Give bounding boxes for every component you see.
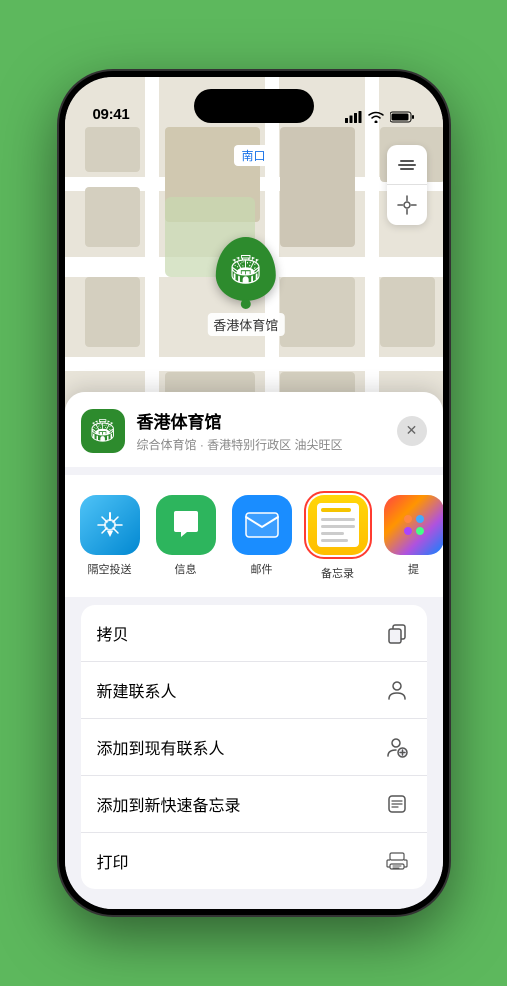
marker-label: 香港体育馆 <box>207 313 284 336</box>
note-icon <box>383 790 411 818</box>
more-dots <box>404 515 424 535</box>
share-app-notes[interactable]: 备忘录 <box>305 491 371 581</box>
location-button[interactable] <box>387 185 427 225</box>
action-copy[interactable]: 拷贝 <box>81 605 427 662</box>
venue-header: 🏟 香港体育馆 综合体育馆 · 香港特别行政区 油尖旺区 ✕ <box>65 392 443 467</box>
signal-icon <box>345 111 362 123</box>
airdrop-label: 隔空投送 <box>88 561 132 577</box>
venue-name: 香港体育馆 <box>137 408 397 433</box>
map-layers-button[interactable] <box>387 145 427 185</box>
action-new-contact[interactable]: 新建联系人 <box>81 662 427 719</box>
action-copy-label: 拷贝 <box>97 621 129 645</box>
action-add-existing[interactable]: 添加到现有联系人 <box>81 719 427 776</box>
notes-lines <box>317 503 359 547</box>
status-icons <box>345 111 415 123</box>
new-contact-label: 新建联系人 <box>97 678 177 702</box>
bottom-sheet: 🏟 香港体育馆 综合体育馆 · 香港特别行政区 油尖旺区 ✕ <box>65 392 443 909</box>
dynamic-island <box>194 89 314 123</box>
share-app-mail[interactable]: 邮件 <box>229 495 295 577</box>
venue-info: 香港体育馆 综合体育馆 · 香港特别行政区 油尖旺区 <box>137 408 397 453</box>
notes-label: 备忘录 <box>321 565 354 581</box>
action-print[interactable]: 打印 <box>81 833 427 889</box>
more-icon <box>384 495 443 555</box>
mail-label: 邮件 <box>251 561 273 577</box>
copy-icon <box>383 619 411 647</box>
stadium-marker[interactable]: 🏟 香港体育馆 <box>207 237 284 336</box>
share-apps-row: 隔空投送 信息 <box>65 475 443 597</box>
status-time: 09:41 <box>93 106 130 123</box>
airdrop-icon <box>80 495 140 555</box>
venue-icon: 🏟 <box>81 409 125 453</box>
share-app-messages[interactable]: 信息 <box>153 495 219 577</box>
share-app-more[interactable]: 提 <box>381 495 443 577</box>
person-icon <box>383 676 411 704</box>
mail-icon <box>232 495 292 555</box>
more-label: 提 <box>408 561 419 577</box>
marker-stadium-icon: 🏟 <box>228 253 264 286</box>
add-existing-label: 添加到现有联系人 <box>97 735 225 759</box>
print-label: 打印 <box>97 849 129 873</box>
notes-icon <box>308 495 368 555</box>
map-controls <box>387 145 427 225</box>
phone-frame: 09:41 <box>59 71 449 915</box>
notes-highlight-wrap <box>304 491 372 559</box>
phone-screen: 09:41 <box>65 77 443 909</box>
person-add-icon <box>383 733 411 761</box>
messages-icon <box>156 495 216 555</box>
action-add-note[interactable]: 添加到新快速备忘录 <box>81 776 427 833</box>
map-label: 南口 <box>233 145 273 166</box>
marker-pin: 🏟 <box>216 237 276 301</box>
venue-subtitle: 综合体育馆 · 香港特别行政区 油尖旺区 <box>137 436 397 453</box>
wifi-icon <box>368 111 384 123</box>
close-button[interactable]: ✕ <box>397 416 427 446</box>
add-note-label: 添加到新快速备忘录 <box>97 792 241 816</box>
messages-label: 信息 <box>175 561 197 577</box>
print-icon <box>383 847 411 875</box>
action-list: 拷贝 新建联系人 <box>81 605 427 889</box>
share-app-airdrop[interactable]: 隔空投送 <box>77 495 143 577</box>
battery-icon <box>390 111 415 123</box>
